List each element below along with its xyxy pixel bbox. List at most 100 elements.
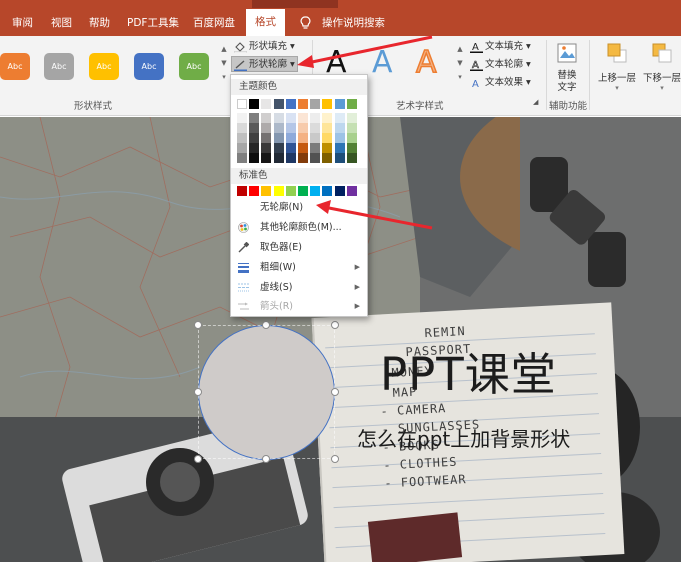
theme-color-swatch[interactable] (298, 113, 308, 123)
theme-color-swatch[interactable] (334, 143, 345, 153)
tab-help[interactable]: 帮助 (89, 14, 110, 34)
theme-color-swatch[interactable] (334, 99, 345, 109)
theme-color-swatch[interactable] (334, 133, 345, 143)
shape-style-gold[interactable]: Abc (89, 53, 119, 80)
theme-color-swatch[interactable] (285, 153, 296, 163)
slide-title[interactable]: PPT课堂 (380, 338, 557, 403)
shape-style-gray[interactable]: Abc (44, 53, 74, 80)
slide-subtitle[interactable]: 怎么在ppt上加背景形状 (357, 423, 570, 452)
resize-handle-ne[interactable] (331, 321, 339, 329)
theme-color-swatch[interactable] (273, 123, 284, 133)
tab-format[interactable]: 格式 (246, 9, 285, 36)
theme-color-swatch[interactable] (334, 113, 345, 123)
wordart-style-blue[interactable]: A (372, 44, 393, 82)
theme-color-swatch[interactable] (285, 99, 296, 109)
resize-handle-w[interactable] (194, 388, 202, 396)
theme-color-swatch[interactable] (346, 123, 357, 133)
resize-handle-e[interactable] (331, 388, 339, 396)
theme-color-swatch[interactable] (310, 153, 321, 163)
theme-color-swatch[interactable] (310, 143, 321, 153)
theme-color-swatch[interactable] (273, 143, 284, 153)
send-backward-dropdown[interactable]: ▾ (641, 84, 681, 92)
resize-handle-se[interactable] (331, 455, 339, 463)
theme-color-swatch[interactable] (237, 133, 247, 143)
send-backward-button[interactable]: 下移一层 ▾ (641, 42, 681, 92)
theme-color-swatch[interactable] (322, 99, 333, 109)
alt-text-button[interactable]: 替换文字 (553, 42, 581, 94)
standard-color-swatch[interactable] (298, 186, 308, 196)
theme-color-swatch[interactable] (249, 113, 260, 123)
shape-outline-button[interactable]: 形状轮廓 ▾ (231, 56, 298, 72)
tab-review[interactable]: 审阅 (12, 14, 33, 34)
theme-color-swatch[interactable] (261, 99, 272, 109)
tab-view[interactable]: 视图 (51, 14, 72, 34)
text-fill-button[interactable]: A 文本填充 ▾ (470, 39, 531, 55)
theme-color-swatch[interactable] (285, 133, 296, 143)
theme-color-swatch[interactable] (322, 133, 333, 143)
theme-color-swatch[interactable] (273, 99, 284, 109)
resize-handle-nw[interactable] (194, 321, 202, 329)
theme-color-swatch[interactable] (310, 133, 321, 143)
theme-color-swatch[interactable] (310, 99, 321, 109)
no-outline-item[interactable]: 无轮廓(N) (233, 198, 366, 217)
theme-color-swatch[interactable] (346, 153, 357, 163)
standard-color-swatch[interactable] (334, 186, 345, 196)
theme-color-swatch[interactable] (310, 113, 321, 123)
theme-color-swatch[interactable] (237, 143, 247, 153)
theme-color-swatch[interactable] (237, 123, 247, 133)
theme-color-swatch[interactable] (249, 123, 260, 133)
standard-color-swatch[interactable] (322, 186, 333, 196)
tab-pdf-tools[interactable]: PDF工具集 (127, 14, 179, 34)
style-gallery-scroll[interactable]: ▲ ▼ ▾ (219, 42, 229, 96)
theme-color-swatch[interactable] (322, 153, 333, 163)
theme-color-swatch[interactable] (322, 123, 333, 133)
theme-color-swatch[interactable] (298, 99, 308, 109)
theme-color-swatch[interactable] (298, 143, 308, 153)
theme-color-swatch[interactable] (334, 153, 345, 163)
shape-fill-button[interactable]: 形状填充 ▾ (234, 39, 295, 55)
text-outline-button[interactable]: A 文本轮廓 ▾ (470, 57, 531, 73)
theme-color-swatch[interactable] (261, 143, 272, 153)
resize-handle-sw[interactable] (194, 455, 202, 463)
standard-color-swatch[interactable] (249, 186, 260, 196)
weight-item[interactable]: 粗细(W) ▶ (233, 258, 366, 277)
standard-color-swatch[interactable] (261, 186, 272, 196)
theme-color-swatch[interactable] (237, 99, 247, 109)
theme-color-swatch[interactable] (273, 133, 284, 143)
wordart-gallery-scroll[interactable]: ▲ ▼ ▾ (455, 42, 465, 96)
theme-color-swatch[interactable] (322, 113, 333, 123)
more-outline-colors-item[interactable]: 其他轮廓颜色(M)... (233, 218, 366, 237)
standard-color-swatch[interactable] (310, 186, 321, 196)
theme-color-swatch[interactable] (322, 143, 333, 153)
theme-color-swatch[interactable] (334, 123, 345, 133)
theme-color-swatch[interactable] (310, 123, 321, 133)
theme-color-swatch[interactable] (285, 123, 296, 133)
wordart-style-orange[interactable]: A (415, 44, 437, 82)
theme-color-swatch[interactable] (249, 99, 260, 109)
theme-color-swatch[interactable] (237, 113, 247, 123)
theme-color-swatch[interactable] (346, 99, 357, 109)
theme-color-swatch[interactable] (237, 153, 247, 163)
standard-color-swatch[interactable] (346, 186, 357, 196)
tab-baidu-disk[interactable]: 百度网盘 (193, 14, 235, 34)
theme-color-swatch[interactable] (261, 153, 272, 163)
eyedropper-item[interactable]: 取色器(E) (233, 238, 366, 257)
standard-color-swatch[interactable] (273, 186, 284, 196)
theme-color-swatch[interactable] (346, 143, 357, 153)
resize-handle-n[interactable] (262, 321, 270, 329)
bring-forward-button[interactable]: 上移一层 ▾ (596, 42, 638, 92)
bring-forward-dropdown[interactable]: ▾ (596, 84, 638, 92)
standard-color-swatch[interactable] (237, 186, 247, 196)
tell-me-search[interactable]: 操作说明搜索 (322, 14, 385, 34)
theme-color-swatch[interactable] (249, 133, 260, 143)
theme-color-swatch[interactable] (261, 133, 272, 143)
theme-color-swatch[interactable] (261, 113, 272, 123)
theme-color-swatch[interactable] (346, 133, 357, 143)
theme-color-swatch[interactable] (285, 113, 296, 123)
theme-color-swatch[interactable] (261, 123, 272, 133)
theme-color-swatch[interactable] (249, 153, 260, 163)
text-effects-button[interactable]: A 文本效果 ▾ (470, 75, 531, 91)
shape-style-orange[interactable]: Abc (0, 53, 30, 80)
resize-handle-s[interactable] (262, 455, 270, 463)
theme-color-swatch[interactable] (273, 113, 284, 123)
